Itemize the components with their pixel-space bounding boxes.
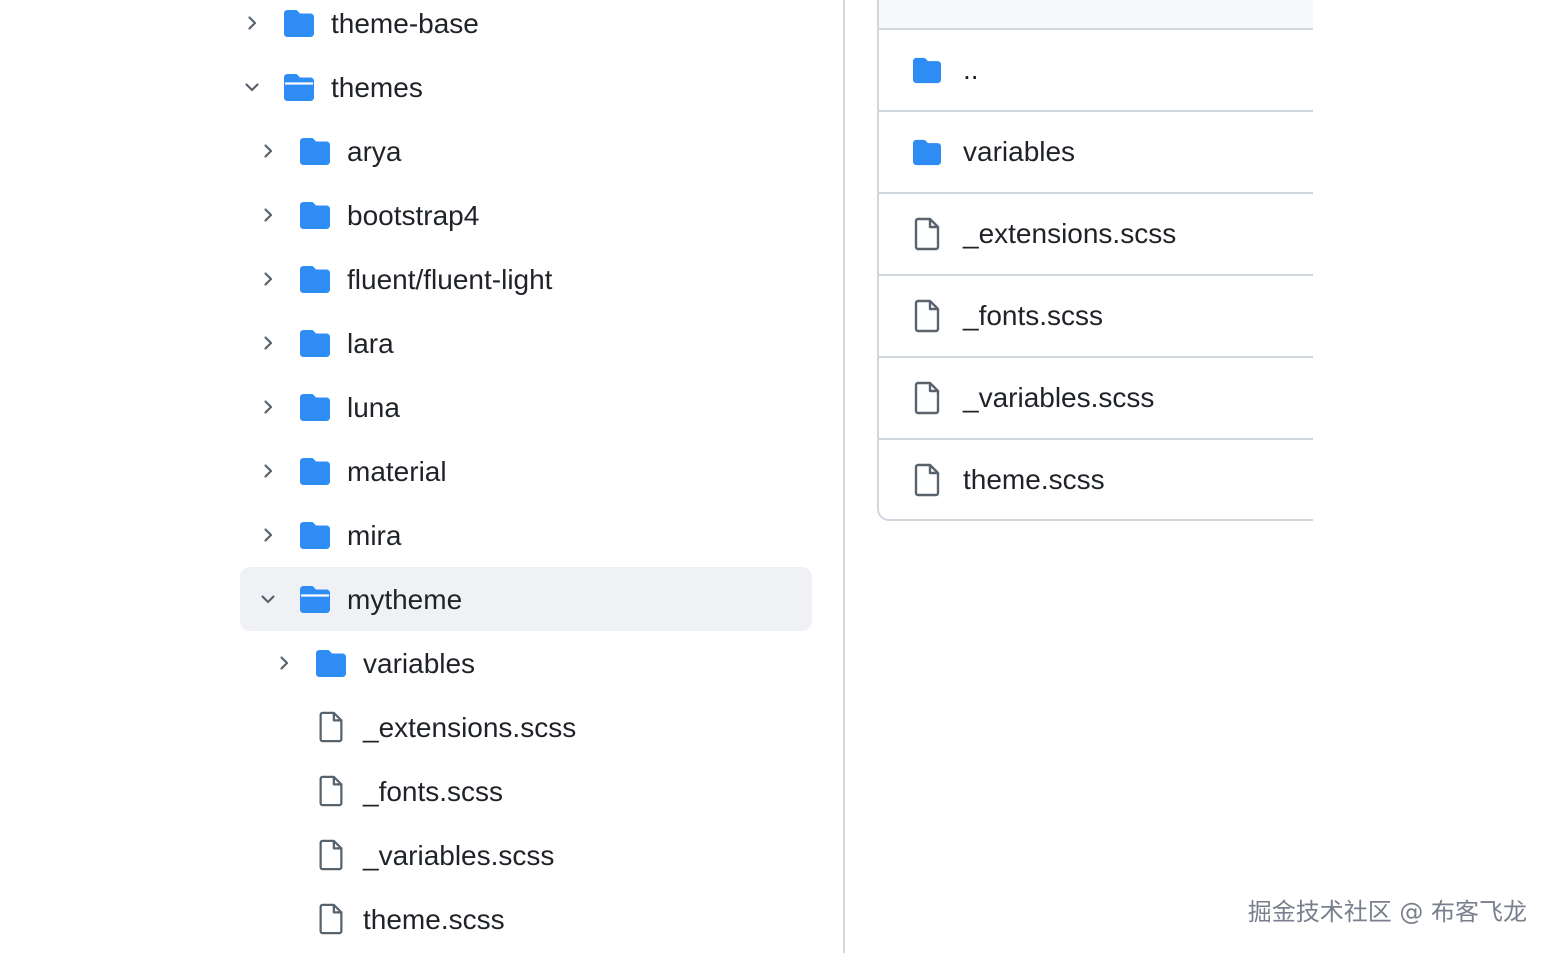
- folder-open-icon: [298, 583, 332, 615]
- tree-item-label: luna: [347, 392, 400, 423]
- tree-item-variables[interactable]: variables: [240, 631, 812, 695]
- folder-icon: [298, 455, 332, 487]
- folder-icon: [298, 199, 332, 231]
- tree-item-bootstrap4[interactable]: bootstrap4: [240, 183, 812, 247]
- tree-item-themes[interactable]: themes: [240, 55, 812, 119]
- chevron-right-icon[interactable]: [258, 205, 278, 225]
- tree-item-mytheme[interactable]: mytheme: [240, 567, 812, 631]
- chevron-down-icon[interactable]: [242, 77, 262, 97]
- tree-item-lara[interactable]: lara: [240, 311, 812, 375]
- folder-icon: [298, 327, 332, 359]
- file-tree: theme-base themes arya bootstrap4 fluent/flu…: [240, 0, 812, 951]
- tree-item-label: themes: [331, 72, 423, 103]
- tree-item-variables-scss[interactable]: _variables.scss: [240, 823, 812, 887]
- listing-header: [879, 0, 1313, 30]
- folder-icon: [314, 647, 348, 679]
- folder-icon: [282, 7, 316, 39]
- file-icon: [314, 903, 348, 935]
- list-item-variables-scss[interactable]: _variables.scss: [879, 358, 1313, 440]
- list-item-label: variables: [963, 136, 1076, 167]
- file-icon: [909, 299, 945, 333]
- tree-item-label: mytheme: [347, 584, 463, 615]
- list-item-label: _fonts.scss: [963, 300, 1104, 331]
- file-icon: [909, 381, 945, 415]
- panel-divider[interactable]: [843, 0, 845, 953]
- tree-item-extensions-scss[interactable]: _extensions.scss: [240, 695, 812, 759]
- list-item-extensions-scss[interactable]: _extensions.scss: [879, 194, 1313, 276]
- tree-item-label: variables: [363, 648, 476, 679]
- chevron-down-icon[interactable]: [258, 589, 278, 609]
- chevron-right-icon[interactable]: [258, 525, 278, 545]
- tree-item-label: bootstrap4: [347, 200, 480, 231]
- folder-icon: [298, 391, 332, 423]
- tree-item-label: _extensions.scss: [363, 712, 577, 743]
- tree-item-label: _variables.scss: [363, 840, 555, 871]
- watermark: 掘金技术社区 @ 布客飞龙: [1247, 898, 1527, 926]
- tree-item-label: fluent/fluent-light: [347, 264, 553, 295]
- tree-item-label: mira: [347, 520, 402, 551]
- file-icon: [314, 775, 348, 807]
- tree-item-mira[interactable]: mira: [240, 503, 812, 567]
- list-item-label: theme.scss: [963, 464, 1105, 495]
- tree-item-luna[interactable]: luna: [240, 375, 812, 439]
- directory-listing: .. variables _extensions.scss _fonts.scss _v…: [877, 0, 1313, 521]
- page: theme-base themes arya bootstrap4 fluent/flu…: [0, 0, 1553, 953]
- tree-item-theme-scss[interactable]: theme.scss: [240, 887, 812, 951]
- chevron-right-icon[interactable]: [258, 397, 278, 417]
- tree-item-label: lara: [347, 328, 394, 359]
- tree-item-label: theme-base: [331, 8, 479, 39]
- folder-icon: [909, 53, 945, 87]
- tree-item-fonts-scss[interactable]: _fonts.scss: [240, 759, 812, 823]
- folder-icon: [909, 135, 945, 169]
- file-icon: [909, 463, 945, 497]
- tree-item-label: material: [347, 456, 447, 487]
- file-icon: [314, 839, 348, 871]
- file-icon: [909, 217, 945, 251]
- list-item-label: _extensions.scss: [963, 218, 1177, 249]
- folder-icon: [298, 135, 332, 167]
- chevron-right-icon[interactable]: [258, 141, 278, 161]
- list-item-label: _variables.scss: [963, 382, 1155, 413]
- list-item-theme-scss[interactable]: theme.scss: [879, 440, 1313, 519]
- chevron-right-icon[interactable]: [258, 461, 278, 481]
- tree-item-label: theme.scss: [363, 904, 505, 935]
- list-item-label: ..: [963, 54, 979, 85]
- chevron-right-icon[interactable]: [242, 13, 262, 33]
- folder-open-icon: [282, 71, 316, 103]
- tree-item-fluent-fluent-light[interactable]: fluent/fluent-light: [240, 247, 812, 311]
- file-icon: [314, 711, 348, 743]
- tree-item-arya[interactable]: arya: [240, 119, 812, 183]
- chevron-right-icon[interactable]: [258, 333, 278, 353]
- tree-item-label: _fonts.scss: [363, 776, 504, 807]
- folder-icon: [298, 263, 332, 295]
- list-item-parent[interactable]: ..: [879, 30, 1313, 112]
- tree-item-material[interactable]: material: [240, 439, 812, 503]
- tree-item-theme-base[interactable]: theme-base: [240, 0, 812, 55]
- folder-icon: [298, 519, 332, 551]
- chevron-right-icon[interactable]: [274, 653, 294, 673]
- chevron-right-icon[interactable]: [258, 269, 278, 289]
- tree-item-label: arya: [347, 136, 402, 167]
- list-item-fonts-scss[interactable]: _fonts.scss: [879, 276, 1313, 358]
- list-item-variables[interactable]: variables: [879, 112, 1313, 194]
